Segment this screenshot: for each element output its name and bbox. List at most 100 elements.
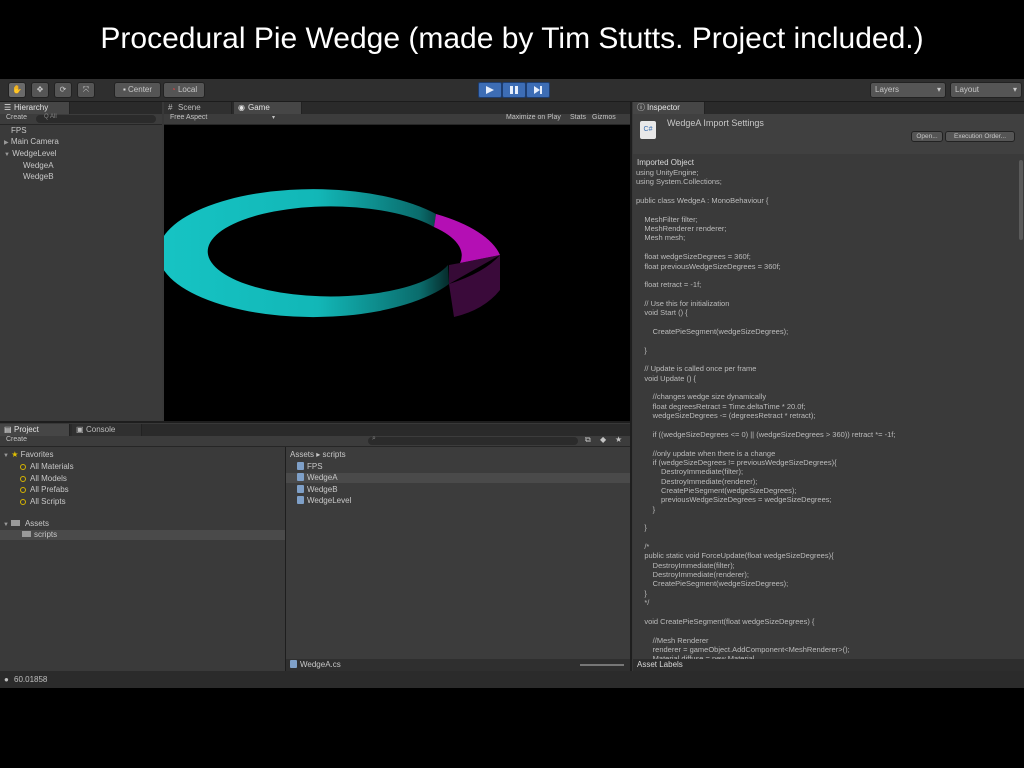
assets-folder[interactable]: ▼ Assets: [3, 519, 49, 530]
gizmos-toggle[interactable]: Gizmos: [592, 114, 616, 121]
aspect-dropdown[interactable]: Free Aspect: [170, 114, 207, 121]
favorites-section[interactable]: ▼ ★ Favorites: [3, 450, 54, 461]
star-icon: ★: [11, 450, 19, 459]
rotate-tool-button[interactable]: ⟳: [54, 82, 72, 98]
step-button[interactable]: [526, 82, 550, 98]
inspector-header: C# WedgeA Import Settings Open... Execut…: [633, 114, 1024, 154]
project-search-input[interactable]: ⌕: [368, 435, 578, 445]
info-icon: ⓘ: [637, 103, 645, 112]
favorite-item[interactable]: All Models: [20, 474, 67, 484]
label-icon[interactable]: ◆: [600, 435, 606, 444]
maximize-on-play-toggle[interactable]: Maximize on Play: [506, 114, 561, 121]
favorite-item[interactable]: All Scripts: [20, 497, 66, 507]
code-line: public class WedgeA : MonoBehaviour {: [636, 196, 769, 206]
tab-scene[interactable]: # Scene: [164, 102, 232, 114]
hierarchy-item-wedgeb[interactable]: WedgeB: [23, 172, 54, 182]
tab-game[interactable]: ◉ Game: [234, 102, 302, 114]
favorites-label: Favorites: [20, 450, 54, 459]
expand-arrow-icon: ▶: [4, 140, 9, 146]
search-icon: [20, 476, 26, 482]
file-label: WedgeB: [307, 485, 338, 494]
code-line: // Update is called once per frame: [636, 364, 757, 374]
scene-tab-label: Scene: [178, 103, 201, 112]
hierarchy-tab-label: Hierarchy: [14, 103, 49, 112]
code-line: renderer = gameObject.AddComponent<MeshR…: [636, 644, 850, 654]
hierarchy-create-button[interactable]: Create: [6, 114, 27, 121]
favorite-label: All Models: [30, 474, 67, 483]
tab-hierarchy[interactable]: ☰ Hierarchy: [0, 102, 70, 114]
move-icon: ✥: [36, 85, 44, 94]
hand-tool-button[interactable]: ✋: [8, 82, 26, 98]
play-button[interactable]: [478, 82, 502, 98]
inspector-tabbar: ⓘ Inspector: [633, 102, 1024, 114]
scale-tool-button[interactable]: ⤧: [77, 82, 95, 98]
move-tool-button[interactable]: ✥: [31, 82, 49, 98]
favorite-label: All Materials: [30, 462, 74, 471]
hierarchy-item-fps[interactable]: FPS: [11, 126, 27, 136]
game-subbar: Free Aspect ▾ Maximize on Play Stats Giz…: [164, 114, 630, 125]
stats-toggle[interactable]: Stats: [570, 114, 586, 121]
pivot-center-label: Center: [128, 85, 153, 94]
game-view[interactable]: [158, 125, 630, 421]
open-button[interactable]: Open...: [911, 131, 943, 142]
tab-console[interactable]: ▣ Console: [72, 424, 142, 436]
pie-wedge-render: [158, 189, 500, 318]
code-line: //Mesh Renderer: [636, 635, 709, 645]
file-item[interactable]: WedgeLevel: [297, 496, 351, 506]
code-line: CreatePieSegment(wedgeSizeDegrees);: [636, 326, 789, 336]
pivot-local-label: Local: [177, 85, 198, 94]
game-icon: ◉: [238, 103, 245, 112]
star-icon[interactable]: ★: [615, 435, 622, 444]
project-footer: WedgeA.cs: [286, 659, 632, 671]
execution-order-button[interactable]: Execution Order...: [945, 131, 1015, 142]
code-line: void CreatePieSegment(float wedgeSizeDeg…: [636, 616, 815, 626]
code-line: CreatePieSegment(wedgeSizeDegrees);: [636, 579, 789, 589]
code-line: if ((wedgeSizeDegrees <= 0) || (wedgeSiz…: [636, 429, 896, 439]
hierarchy-item-main-camera[interactable]: ▶ Main Camera: [4, 137, 59, 148]
console-tab-label: Console: [86, 425, 116, 434]
icon-size-slider[interactable]: [580, 664, 624, 666]
code-line: MeshFilter filter;: [636, 214, 698, 224]
pivot-center-button[interactable]: ▪ Center: [114, 82, 161, 98]
code-line: CreatePieSegment(wedgeSizeDegrees);: [636, 485, 797, 495]
code-line: DestroyImmediate(filter);: [636, 467, 744, 477]
favorite-item[interactable]: All Materials: [20, 462, 74, 472]
code-line: float degreesRetract = Time.deltaTime * …: [636, 401, 806, 411]
code-line: public static void ForceUpdate(float wed…: [636, 551, 834, 561]
layers-dropdown[interactable]: Layers ▾: [870, 82, 946, 98]
project-create-button[interactable]: Create: [6, 436, 27, 443]
code-line: float retract = -1f;: [636, 280, 702, 290]
hierarchy-item-wedgelevel[interactable]: ▼ WedgeLevel: [4, 149, 57, 160]
filter-icon[interactable]: ⧉: [585, 435, 591, 445]
hierarchy-panel: FPS ▶ Main Camera ▼ WedgeLevel WedgeA We…: [0, 125, 162, 421]
layers-label: Layers: [875, 85, 900, 94]
project-breadcrumb[interactable]: Assets ▸ scripts: [290, 450, 346, 460]
scrollbar-thumb[interactable]: [1019, 160, 1023, 240]
pause-button[interactable]: [502, 82, 526, 98]
search-icon: [20, 464, 26, 470]
hierarchy-item-wedgea[interactable]: WedgeA: [23, 161, 54, 171]
code-line: MeshRenderer renderer;: [636, 224, 727, 234]
tab-project[interactable]: ▤ Project: [0, 424, 70, 436]
chevron-down-icon: ▾: [272, 115, 276, 121]
status-bar: ● 60.01858: [0, 671, 1024, 688]
file-item[interactable]: WedgeB: [297, 485, 338, 495]
scripts-folder[interactable]: scripts: [0, 530, 285, 540]
layout-dropdown[interactable]: Layout ▾: [950, 82, 1022, 98]
folder-icon: [22, 531, 31, 537]
project-tabbar: ▤ Project ▣ Console: [0, 424, 632, 436]
file-item[interactable]: FPS: [297, 462, 323, 472]
file-item-selected[interactable]: WedgeA: [286, 473, 632, 483]
script-preview: using UnityEngine; using System.Collectio…: [636, 168, 1014, 660]
tab-inspector[interactable]: ⓘ Inspector: [633, 102, 705, 114]
pause-icon: [510, 86, 518, 94]
hierarchy-search-input[interactable]: Q All: [36, 114, 156, 123]
pivot-local-button[interactable]: ◔ Local: [163, 82, 205, 98]
code-line: DestroyImmediate(renderer);: [636, 476, 758, 486]
file-label: FPS: [307, 462, 323, 471]
favorite-item[interactable]: All Prefabs: [20, 485, 69, 495]
hierarchy-tabbar: ☰ Hierarchy: [0, 102, 162, 114]
code-line: DestroyImmediate(filter);: [636, 560, 735, 570]
hierarchy-subbar: Create Q All: [0, 114, 162, 125]
code-line: // Use this for initialization: [636, 298, 730, 308]
